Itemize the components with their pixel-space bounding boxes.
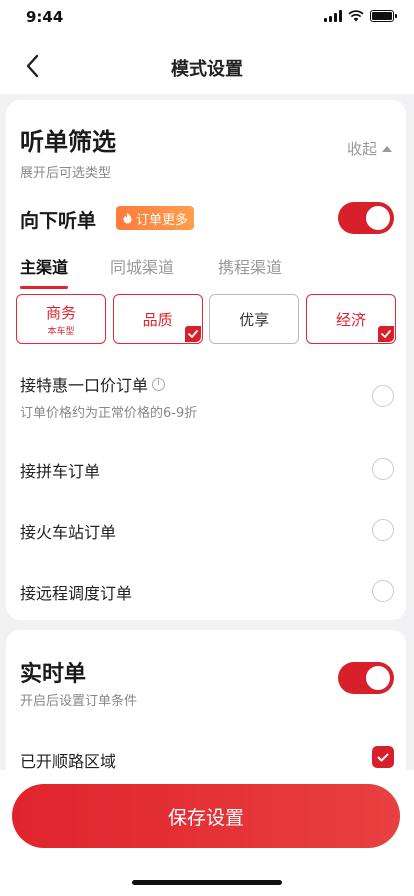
tab-main-channel[interactable]: 主渠道: [20, 254, 69, 289]
tab-ctrip-channel[interactable]: 携程渠道: [218, 254, 282, 288]
option-label: 接远程调度订单: [20, 584, 133, 603]
car-type-label: 经济: [335, 310, 366, 329]
option-checkbox[interactable]: [372, 519, 394, 541]
option-train-station: 接火车站订单: [20, 519, 394, 543]
channel-tabs: 主渠道 同城渠道 携程渠道: [20, 254, 282, 289]
down-order-label: 向下听单: [20, 210, 97, 232]
option-label: 接火车站订单: [20, 523, 117, 542]
page-title: 模式设置: [171, 59, 243, 80]
realtime-card: 实时单 开启后设置订单条件 已开顺路区域: [6, 630, 406, 780]
info-icon[interactable]: [152, 377, 166, 391]
status-icons: [324, 10, 397, 22]
car-type-quality[interactable]: 品质: [112, 294, 203, 344]
more-orders-text: 订单更多: [136, 212, 189, 228]
option-checkbox[interactable]: [372, 580, 394, 602]
toggle-knob: [366, 206, 390, 230]
option-label: 接拼车订单: [20, 462, 101, 481]
option-desc: 订单价格约为正常价格的6-9折: [20, 406, 198, 421]
check-icon: [377, 753, 389, 761]
battery-icon: [370, 10, 397, 22]
toggle-knob: [366, 666, 390, 690]
car-type-premium[interactable]: 优享: [209, 294, 300, 344]
home-indicator: [132, 880, 282, 885]
save-settings-button[interactable]: 保存设置: [12, 784, 400, 848]
fire-icon: [123, 212, 132, 224]
option-remote-dispatch: 接远程调度订单: [20, 580, 394, 604]
triangle-up-icon: [382, 145, 392, 152]
check-icon: [377, 326, 394, 342]
filter-title: 听单筛选: [20, 128, 116, 156]
bottom-bar: 保存设置: [0, 770, 414, 896]
nav-bar: 模式设置: [0, 38, 414, 94]
option-label: 接特惠一口价订单: [20, 376, 149, 395]
collapse-button[interactable]: 收起: [347, 138, 392, 159]
check-icon: [184, 326, 201, 342]
option-carpool: 接拼车订单: [20, 458, 394, 482]
wifi-icon: [348, 10, 364, 22]
cellular-signal-icon: [324, 10, 342, 22]
realtime-title: 实时单: [20, 662, 87, 687]
car-type-business[interactable]: 商务 本车型: [16, 294, 106, 344]
car-type-economy[interactable]: 经济: [305, 294, 396, 344]
option-checkbox[interactable]: [372, 385, 394, 407]
route-area-checkbox[interactable]: [372, 746, 394, 768]
filter-card: 听单筛选 展开后可选类型 收起 向下听单 订单更多 主渠道 同城渠道 携程渠道 …: [6, 100, 406, 620]
realtime-subtitle: 开启后设置订单条件: [20, 694, 138, 709]
realtime-toggle[interactable]: [338, 662, 394, 694]
car-type-label: 优享: [239, 310, 270, 329]
route-area-label: 已开顺路区域: [20, 752, 117, 771]
down-order-toggle[interactable]: [338, 202, 394, 234]
status-bar: 9:44: [0, 0, 414, 38]
collapse-label: 收起: [346, 140, 377, 158]
filter-subtitle: 展开后可选类型: [20, 166, 112, 181]
option-checkbox[interactable]: [372, 458, 394, 480]
tab-city-channel[interactable]: 同城渠道: [110, 254, 174, 288]
car-type-sub: 本车型: [47, 326, 75, 337]
more-orders-badge: 订单更多: [116, 206, 195, 230]
status-time: 9:44: [26, 8, 64, 26]
car-type-label: 品质: [142, 310, 173, 329]
car-type-group: 商务 本车型 品质 优享 经济: [16, 294, 396, 344]
car-type-label: 商务: [45, 303, 76, 322]
option-discount-fixed-price: 接特惠一口价订单 订单价格约为正常价格的6-9折: [20, 372, 394, 421]
